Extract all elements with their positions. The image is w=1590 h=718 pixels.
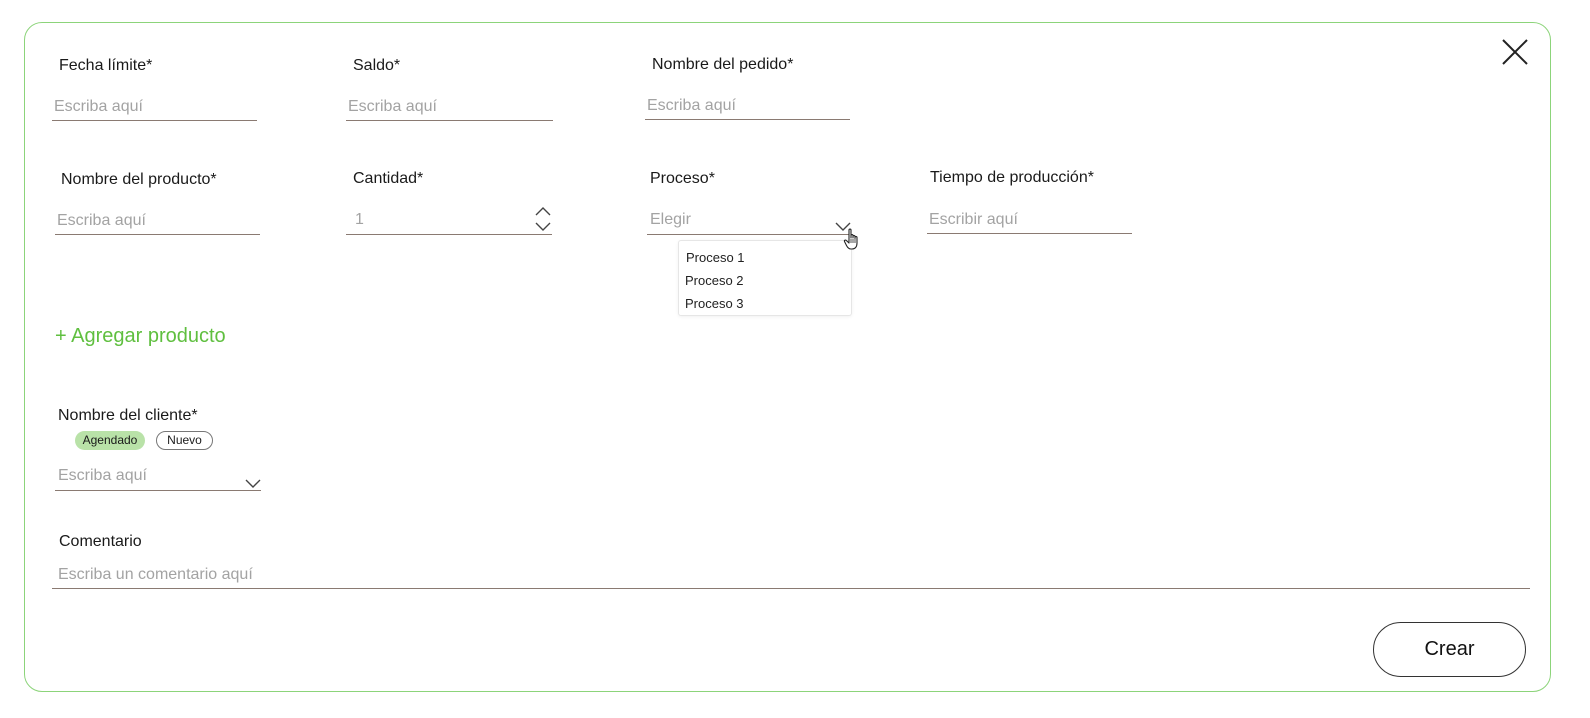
nombre-pedido-label: Nombre del pedido* xyxy=(652,56,794,73)
nombre-producto-input[interactable] xyxy=(55,209,260,233)
nombre-pedido-field[interactable] xyxy=(645,94,850,120)
proceso-placeholder: Elegir xyxy=(650,211,691,228)
chevron-down-icon[interactable] xyxy=(535,219,551,231)
nombre-pedido-input[interactable] xyxy=(645,94,850,118)
dropdown-option-proceso-2[interactable]: Proceso 2 xyxy=(685,273,744,288)
dropdown-option-proceso-1[interactable]: Proceso 1 xyxy=(686,250,745,265)
chip-nuevo[interactable]: Nuevo xyxy=(156,431,213,450)
hand-pointer-cursor-icon xyxy=(843,228,863,252)
cliente-placeholder: Escriba aquí xyxy=(58,467,147,484)
comentario-input[interactable] xyxy=(52,563,1530,587)
nombre-cliente-label: Nombre del cliente* xyxy=(58,407,198,424)
nombre-producto-label: Nombre del producto* xyxy=(61,171,217,188)
cantidad-stepper[interactable]: 1 xyxy=(346,209,552,235)
cliente-select[interactable]: Escriba aquí xyxy=(55,465,261,491)
comentario-field[interactable] xyxy=(52,563,1530,589)
cantidad-label: Cantidad* xyxy=(353,170,424,187)
tiempo-produccion-input[interactable] xyxy=(927,208,1132,232)
proceso-select[interactable]: Elegir xyxy=(647,209,851,235)
chevron-up-icon[interactable] xyxy=(535,203,551,216)
dropdown-option-proceso-3[interactable]: Proceso 3 xyxy=(685,296,744,311)
saldo-input[interactable] xyxy=(346,95,553,119)
fecha-limite-field[interactable] xyxy=(52,95,257,121)
add-product-button[interactable]: + Agregar producto xyxy=(55,325,226,348)
cantidad-value: 1 xyxy=(355,211,364,228)
saldo-label: Saldo* xyxy=(353,57,401,74)
proceso-dropdown-menu: Proceso 1 Proceso 2 Proceso 3 xyxy=(678,240,852,316)
tiempo-produccion-field[interactable] xyxy=(927,208,1132,234)
saldo-field[interactable] xyxy=(346,95,553,121)
fecha-limite-label: Fecha límite* xyxy=(59,57,153,74)
fecha-limite-input[interactable] xyxy=(52,95,257,119)
close-icon[interactable] xyxy=(1501,38,1529,66)
proceso-label: Proceso* xyxy=(650,170,715,187)
chip-agendado[interactable]: Agendado xyxy=(75,431,145,450)
nombre-producto-field[interactable] xyxy=(55,209,260,235)
chevron-down-icon[interactable] xyxy=(245,476,261,488)
crear-button[interactable]: Crear xyxy=(1373,622,1526,677)
comentario-label: Comentario xyxy=(59,533,142,550)
create-order-dialog xyxy=(24,22,1551,692)
tiempo-produccion-label: Tiempo de producción* xyxy=(930,169,1094,186)
